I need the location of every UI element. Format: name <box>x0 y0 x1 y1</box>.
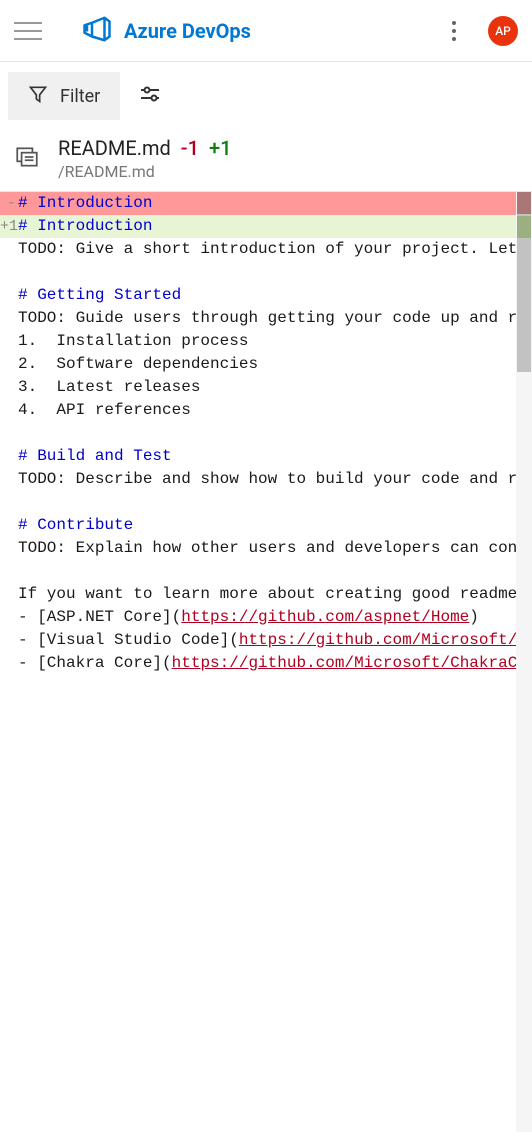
line-gutter <box>0 399 18 422</box>
diff-additions-count: +1 <box>209 136 231 160</box>
diff-line <box>0 560 516 583</box>
line-text <box>18 261 516 284</box>
line-gutter <box>0 307 18 330</box>
diff-line <box>0 491 516 514</box>
line-text: # Contribute <box>18 514 516 537</box>
diff-line <box>0 422 516 445</box>
vertical-scrollbar[interactable] <box>516 192 532 1132</box>
diff-line: TODO: Guide users through getting your c… <box>0 307 516 330</box>
line-gutter <box>0 261 18 284</box>
app-header: Azure DevOps AP <box>0 0 532 62</box>
line-gutter <box>0 330 18 353</box>
line-text: # Introduction <box>18 215 516 238</box>
diff-line: 1. Installation process <box>0 330 516 353</box>
line-gutter <box>0 376 18 399</box>
markdown-link-url[interactable]: https://github.com/aspnet/Home <box>181 608 469 626</box>
line-gutter <box>0 445 18 468</box>
diff-line: 2. Software dependencies <box>0 353 516 376</box>
line-gutter <box>0 238 18 261</box>
app-logo-title[interactable]: Azure DevOps <box>82 14 251 48</box>
line-text: TODO: Guide users through getting your c… <box>18 307 516 330</box>
line-gutter <box>0 468 18 491</box>
scrollbar-thumb[interactable] <box>517 192 531 372</box>
line-gutter <box>0 491 18 514</box>
markdown-link-url[interactable]: https://github.com/Microsoft/vscode <box>239 631 516 649</box>
line-gutter <box>0 583 18 606</box>
line-text: # Build and Test <box>18 445 516 468</box>
azure-devops-icon <box>82 14 112 48</box>
line-gutter: - <box>0 192 18 215</box>
line-gutter <box>0 422 18 445</box>
diff-line: -# Introduction <box>0 192 516 215</box>
markdown-link-url[interactable]: https://github.com/Microsoft/ChakraCore <box>172 654 516 672</box>
line-text <box>18 422 516 445</box>
file-header: README.md -1 +1 /README.md <box>0 130 532 192</box>
line-gutter <box>0 652 18 675</box>
line-text: # Introduction <box>18 192 516 215</box>
diff-line: # Getting Started <box>0 284 516 307</box>
filter-icon <box>28 84 48 108</box>
diff-line: TODO: Explain how other users and develo… <box>0 537 516 560</box>
line-text: 2. Software dependencies <box>18 353 516 376</box>
diff-line: - [ASP.NET Core](https://github.com/aspn… <box>0 606 516 629</box>
line-gutter <box>0 537 18 560</box>
diff-line: # Build and Test <box>0 445 516 468</box>
diff-deletions-count: -1 <box>181 136 199 160</box>
user-avatar[interactable]: AP <box>488 16 518 46</box>
diff-settings-button[interactable] <box>130 74 170 118</box>
line-text: 3. Latest releases <box>18 376 516 399</box>
line-text: - [Chakra Core](https://github.com/Micro… <box>18 652 516 675</box>
line-text <box>18 560 516 583</box>
sliders-icon <box>138 91 162 110</box>
diff-line: 4. API references <box>0 399 516 422</box>
line-gutter <box>0 629 18 652</box>
diff-viewer: -# Introduction+1# IntroductionTODO: Giv… <box>0 192 532 1132</box>
line-text: 1. Installation process <box>18 330 516 353</box>
line-gutter <box>0 560 18 583</box>
diff-line <box>0 261 516 284</box>
diff-line: 3. Latest releases <box>0 376 516 399</box>
app-title: Azure DevOps <box>124 19 251 43</box>
diff-content[interactable]: -# Introduction+1# IntroductionTODO: Giv… <box>0 192 516 675</box>
line-gutter <box>0 606 18 629</box>
line-gutter <box>0 514 18 537</box>
line-text: - [Visual Studio Code](https://github.co… <box>18 629 516 652</box>
line-gutter <box>0 284 18 307</box>
line-text: 4. API references <box>18 399 516 422</box>
diff-line: TODO: Give a short introduction of your … <box>0 238 516 261</box>
line-text: TODO: Give a short introduction of your … <box>18 238 516 261</box>
diff-line: TODO: Describe and show how to build you… <box>0 468 516 491</box>
line-gutter: +1 <box>0 215 18 238</box>
file-diff-icon <box>14 144 40 174</box>
more-menu-icon[interactable] <box>444 13 464 49</box>
diff-line: - [Visual Studio Code](https://github.co… <box>0 629 516 652</box>
filter-button[interactable]: Filter <box>8 72 120 120</box>
diff-line: - [Chakra Core](https://github.com/Micro… <box>0 652 516 675</box>
diff-line: # Contribute <box>0 514 516 537</box>
file-name: README.md <box>58 136 171 160</box>
hamburger-menu-icon[interactable] <box>14 22 42 40</box>
diff-line: +1# Introduction <box>0 215 516 238</box>
diff-line: If you want to learn more about creating… <box>0 583 516 606</box>
filter-label: Filter <box>60 86 100 107</box>
line-text: # Getting Started <box>18 284 516 307</box>
line-text: - [ASP.NET Core](https://github.com/aspn… <box>18 606 516 629</box>
file-path: /README.md <box>58 162 231 181</box>
line-text: If you want to learn more about creating… <box>18 583 516 606</box>
toolbar: Filter <box>0 62 532 130</box>
line-text <box>18 491 516 514</box>
line-gutter <box>0 353 18 376</box>
line-text: TODO: Describe and show how to build you… <box>18 468 516 491</box>
line-text: TODO: Explain how other users and develo… <box>18 537 516 560</box>
